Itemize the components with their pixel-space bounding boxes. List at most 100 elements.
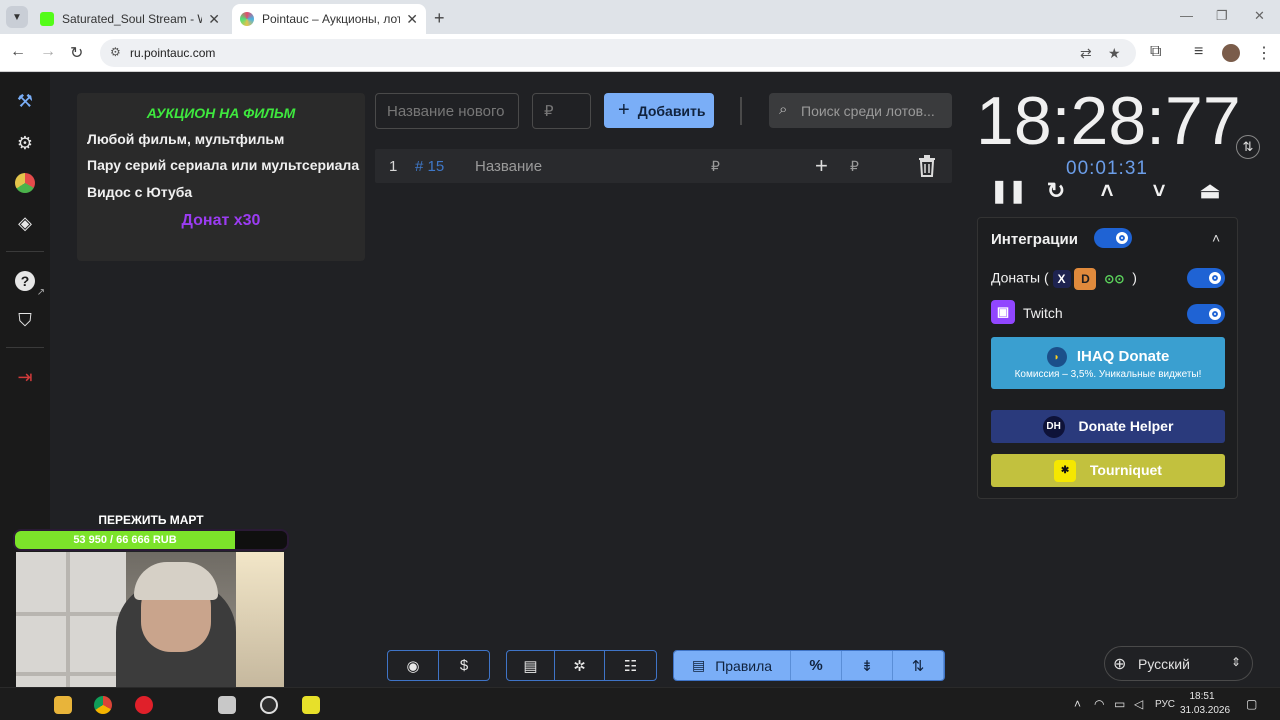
auction-gavel-icon[interactable]: ⚒ [13, 89, 37, 113]
browser-tab-pointauc[interactable]: Pointauc – Аукционы, лотереи ✕ [232, 4, 426, 34]
logout-icon[interactable]: ⇥ [13, 365, 37, 389]
tab-close-icon[interactable]: ✕ [208, 11, 220, 28]
translate-icon[interactable]: ⇄ [1080, 45, 1092, 62]
lot-row[interactable]: 1 # 15 Название ₽ + ₽ [375, 149, 952, 183]
rules-donate-multiplier: Донат x30 [181, 212, 261, 229]
clock-time: 18:51 [1189, 691, 1215, 702]
bookmark-star-icon[interactable]: ★ [1108, 45, 1121, 62]
tourniquet-logo-icon: ✱ [1054, 460, 1077, 483]
system-clock[interactable]: 18:51 31.03.2026 [1180, 690, 1230, 718]
save-icon[interactable]: ▤ [507, 651, 555, 680]
tourniquet-button[interactable]: ✱ Tourniquet [991, 454, 1225, 487]
maximize-icon[interactable]: ❐ [1216, 8, 1228, 24]
tourniquet-name: Tourniquet [1089, 462, 1162, 478]
headphones-icon[interactable] [302, 696, 320, 714]
new-lot-name-input[interactable] [375, 93, 519, 129]
pause-icon[interactable]: ❚❚ [990, 177, 1027, 205]
browser-menu-icon[interactable]: ⋮ [1256, 43, 1272, 63]
lot-search[interactable]: ⌕ [769, 93, 952, 128]
integrations-toggle[interactable] [1094, 228, 1132, 248]
lot-search-input[interactable] [801, 93, 949, 128]
donate-helper-logo-icon: DH [1042, 416, 1065, 439]
toolbar-divider [740, 97, 742, 125]
github-icon[interactable]: ◉ [388, 651, 439, 680]
url-field[interactable]: ⚙ ru.pointauc.com ⇄ ★ [100, 39, 1136, 67]
rules-line: Любой фильм, мультфильм [87, 131, 285, 147]
twitch-label: Twitch [1023, 305, 1063, 321]
close-window-icon[interactable]: ✕ [1254, 8, 1265, 24]
language-select[interactable]: ⊕ Русский ⇕ [1104, 646, 1253, 681]
webcam-cap [134, 562, 218, 600]
tab-search-button[interactable]: ▼ [6, 6, 28, 28]
forward-icon[interactable]: → [40, 43, 56, 61]
subtract-time-icon[interactable]: ˅ [1146, 177, 1172, 205]
back-icon[interactable]: ← [10, 43, 26, 61]
app-icon[interactable] [218, 696, 236, 714]
explorer-icon[interactable] [54, 696, 72, 714]
opera-icon[interactable] [135, 696, 153, 714]
os-taskbar: ˄ ◠ ▭ ◁ РУС 18:51 31.03.2026 ▢ [0, 687, 1280, 720]
language-value: Русский [1138, 656, 1190, 672]
new-lot-amount-input[interactable] [532, 93, 591, 129]
chrome-icon[interactable] [94, 696, 112, 714]
shield-check-icon[interactable]: ⛉ [13, 308, 37, 332]
bug-icon[interactable]: ✲ [555, 651, 605, 680]
sidebar-divider [6, 251, 44, 252]
globe-icon: ⊕ [1113, 656, 1127, 673]
lot-id[interactable]: # 15 [415, 158, 444, 175]
twitch-icon: ▣ [991, 300, 1015, 324]
lot-amount[interactable]: ₽ [711, 158, 720, 175]
volume-icon[interactable]: ◁ [1134, 697, 1143, 711]
reload-icon[interactable]: ↻ [70, 43, 83, 63]
tab-title: Pointauc – Аукционы, лотереи [262, 12, 401, 26]
rules-list-icon: ▤ [691, 657, 706, 673]
percent-button[interactable]: % [791, 651, 842, 680]
donations-toggle[interactable] [1187, 268, 1225, 288]
swap-timer-icon[interactable]: ⇅ [1236, 135, 1260, 159]
site-info-icon[interactable]: ⚙ [110, 45, 121, 59]
goal-progress-bar: 53 950 / 66 666 RUB [13, 529, 289, 551]
lot-add-amount-icon[interactable]: + [815, 153, 828, 179]
extensions-icon[interactable]: ⧉ [1150, 43, 1161, 61]
tray-chevron-icon[interactable]: ˄ [1074, 697, 1081, 711]
wheel-icon[interactable] [13, 171, 37, 195]
minimize-icon[interactable]: — [1180, 8, 1193, 23]
tools-group: ▤ ✲ ☷ [506, 650, 657, 681]
ihaq-name: IHAQ Donate [1076, 347, 1170, 365]
reading-list-icon[interactable]: ≡ [1194, 43, 1203, 61]
double-time-icon[interactable]: ⏏ [1197, 177, 1223, 205]
lot-name[interactable]: Название [475, 158, 542, 175]
layers-icon[interactable]: ◈ [13, 211, 37, 235]
clear-lots-icon[interactable]: ☷ [605, 651, 656, 680]
donate-helper-name: Donate Helper [1078, 418, 1174, 434]
donate-dollar-icon[interactable]: $ [439, 651, 489, 680]
keyboard-language[interactable]: РУС [1155, 699, 1175, 710]
lot-add-amount-input[interactable]: ₽ [850, 158, 859, 175]
battery-icon[interactable]: ▭ [1114, 697, 1125, 711]
new-tab-button[interactable]: + [434, 8, 445, 29]
browser-tab-kick[interactable]: Saturated_Soul Stream - Watch ✕ [32, 4, 228, 34]
tab-close-icon[interactable]: ✕ [406, 11, 418, 28]
rules-title: АУКЦИОН НА ФИЛЬМ [146, 105, 296, 121]
rules-line: Пару серий сериала или мультсериала [87, 157, 360, 173]
settings-gear-icon[interactable]: ⚙ [13, 131, 37, 155]
sort-icon[interactable]: ⇅ [893, 651, 944, 680]
kick-favicon-icon [40, 12, 54, 26]
wifi-icon[interactable]: ◠ [1094, 697, 1104, 711]
ihaq-donate-button[interactable]: ◗ IHAQ Donate Комиссия – 3,5%. Уникальны… [991, 337, 1225, 389]
trash-icon[interactable] [918, 155, 936, 177]
ihaq-subtitle: Комиссия – 3,5%. Уникальные виджеты! [1014, 369, 1202, 380]
obs-icon[interactable] [260, 696, 278, 714]
add-lot-button[interactable]: + Добавить [604, 93, 714, 128]
compact-view-icon[interactable]: ⇟ [842, 651, 893, 680]
integrations-panel: Интеграции ˄ Донаты ( X D ⊙⊙ ) ▣ Twitch … [977, 217, 1238, 499]
rules-button[interactable]: ▤ Правила [674, 651, 791, 680]
donate-helper-button[interactable]: DH Donate Helper [991, 410, 1225, 443]
notifications-icon[interactable]: ▢ [1246, 697, 1257, 711]
reset-icon[interactable]: ↻ [1043, 177, 1069, 205]
profile-avatar[interactable] [1222, 44, 1240, 62]
help-icon[interactable]: ? [13, 268, 37, 292]
add-time-icon[interactable]: ˄ [1094, 177, 1120, 205]
collapse-chevron-icon[interactable]: ˄ [1212, 230, 1220, 246]
twitch-toggle[interactable] [1187, 304, 1225, 324]
